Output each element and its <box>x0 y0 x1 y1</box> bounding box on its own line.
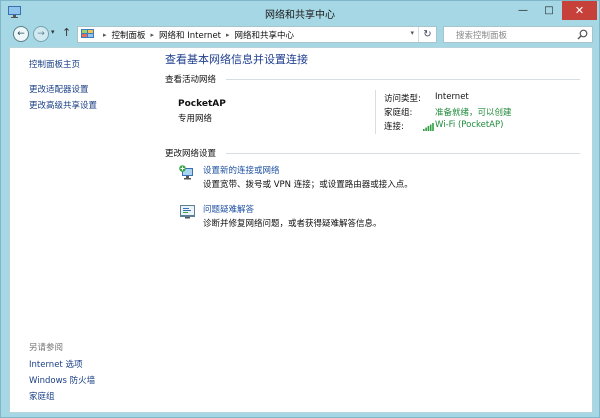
refresh-button[interactable]: ↻ <box>418 27 436 42</box>
troubleshoot-problems-description: 诊断并修复网络问题，或者获得疑难解答信息。 <box>203 219 382 229</box>
breadcrumb-separator[interactable]: ▸ <box>103 31 107 39</box>
homegroup-label: 家庭组: <box>384 108 413 118</box>
wifi-signal-icon <box>423 123 434 131</box>
breadcrumb: ▸ 控制面板 ▸ 网络和 Internet ▸ 网络和共享中心 <box>98 29 294 41</box>
maximize-button[interactable]: □ <box>536 1 562 20</box>
change-settings-heading: 更改网络设置 <box>165 149 217 159</box>
active-networks-heading: 查看活动网络 <box>165 75 217 85</box>
breadcrumb-separator[interactable]: ▸ <box>151 31 155 39</box>
section-divider <box>226 79 580 80</box>
new-connection-icon <box>179 165 193 180</box>
wifi-connection-link[interactable]: Wi-Fi (PocketAP) <box>435 120 503 130</box>
breadcrumb-separator[interactable]: ▸ <box>226 31 230 39</box>
troubleshoot-icon <box>180 205 195 219</box>
navigation-bar: ← → ▾ ↑ ▸ 控制面板 ▸ 网络和 Internet ▸ 网络和共享中心 … <box>9 23 593 45</box>
back-button[interactable]: ← <box>13 26 29 42</box>
title-bar: 网络和共享中心 — □ ✕ <box>1 1 599 23</box>
breadcrumb-network-sharing-center[interactable]: 网络和共享中心 <box>235 29 295 41</box>
control-panel-icon <box>81 29 94 38</box>
page-title: 查看基本网络信息并设置连接 <box>165 53 308 66</box>
network-name: PocketAP <box>178 99 226 109</box>
search-icon[interactable] <box>577 29 588 40</box>
sidebar-item-change-adapter-settings[interactable]: 更改适配器设置 <box>29 83 89 95</box>
see-also-heading: 另请参阅 <box>29 343 64 353</box>
address-bar[interactable]: ▸ 控制面板 ▸ 网络和 Internet ▸ 网络和共享中心 ▾ ↻ <box>77 26 437 43</box>
section-divider <box>226 153 580 154</box>
forward-button[interactable]: → <box>33 26 49 42</box>
see-also-homegroup[interactable]: 家庭组 <box>29 390 55 402</box>
close-button[interactable]: ✕ <box>562 1 597 20</box>
see-also-windows-firewall[interactable]: Windows 防火墙 <box>29 374 95 386</box>
access-type-label: 访问类型: <box>384 94 421 104</box>
network-info-divider <box>375 90 376 134</box>
breadcrumb-control-panel[interactable]: 控制面板 <box>112 29 146 41</box>
setup-new-connection-description: 设置宽带、拨号或 VPN 连接；或设置路由器或接入点。 <box>203 180 413 190</box>
recent-pages-dropdown[interactable]: ▾ <box>51 28 55 36</box>
window: 网络和共享中心 — □ ✕ ← → ▾ ↑ ▸ 控制面板 ▸ 网络和 Inter… <box>0 0 600 418</box>
setup-new-connection-link[interactable]: 设置新的连接或网络 <box>203 164 280 176</box>
homegroup-link[interactable]: 准备就绪，可以创建 <box>435 106 512 118</box>
troubleshoot-problems-link[interactable]: 问题疑难解答 <box>203 203 254 215</box>
search-box[interactable]: 搜索控制面板 <box>443 26 593 43</box>
network-type: 专用网络 <box>178 114 213 124</box>
minimize-button[interactable]: — <box>510 1 536 20</box>
breadcrumb-network-internet[interactable]: 网络和 Internet <box>159 29 221 41</box>
see-also-internet-options[interactable]: Internet 选项 <box>29 358 82 370</box>
access-type-value: Internet <box>435 92 469 102</box>
search-input[interactable]: 搜索控制面板 <box>456 29 507 41</box>
sidebar-item-change-advanced-sharing[interactable]: 更改高级共享设置 <box>29 99 97 111</box>
connection-label: 连接: <box>384 122 404 132</box>
sidebar-control-panel-home[interactable]: 控制面板主页 <box>29 58 80 70</box>
up-button[interactable]: ↑ <box>62 26 71 39</box>
address-history-dropdown[interactable]: ▾ <box>410 29 414 37</box>
content-area: 控制面板主页 更改适配器设置 更改高级共享设置 另请参阅 Internet 选项… <box>9 47 593 413</box>
